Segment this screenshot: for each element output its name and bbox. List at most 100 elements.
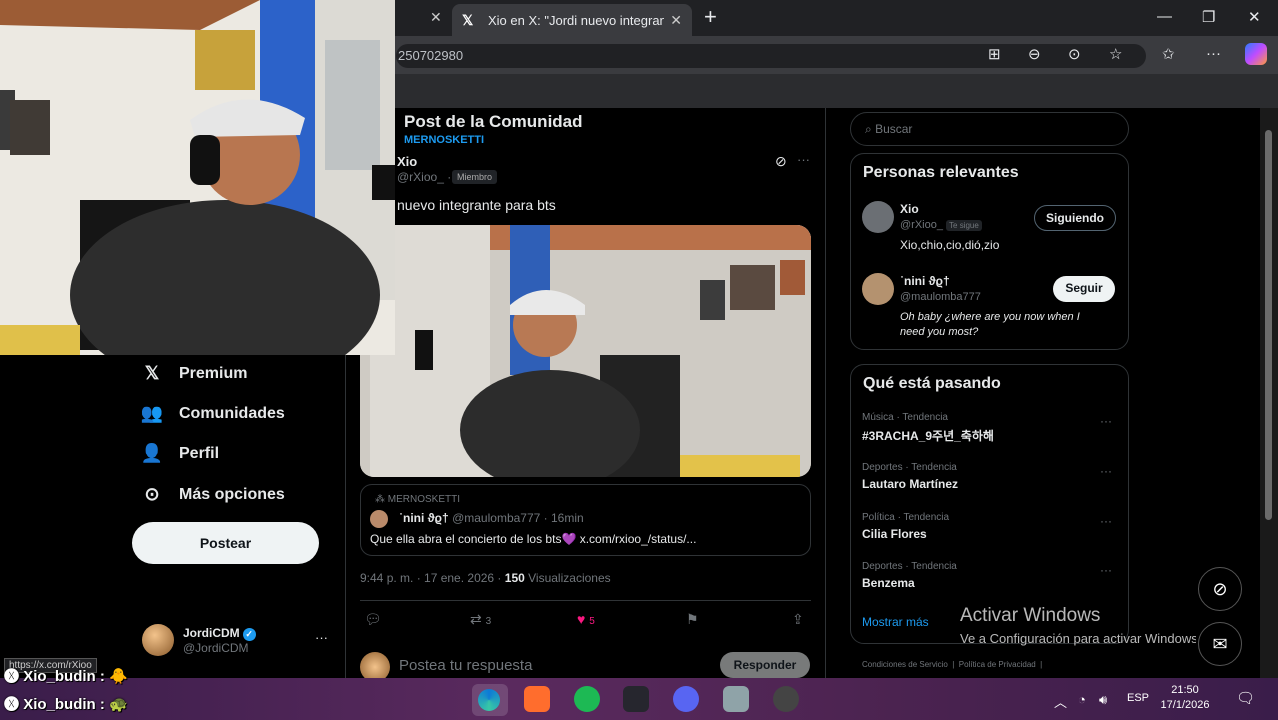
show-more-link[interactable]: Mostrar más — [862, 615, 929, 629]
bookmark-icon[interactable]: ⚑ — [686, 611, 699, 628]
post-media-image[interactable] — [360, 225, 811, 477]
more-page-icon[interactable]: ⊙ — [1068, 45, 1081, 63]
trends-card: Qué está pasando — [850, 364, 1129, 644]
restore-icon[interactable]: ❐ — [1202, 8, 1215, 26]
terms-link[interactable]: Condiciones de Servicio — [862, 660, 948, 669]
profile-icon: 👤 — [140, 443, 164, 463]
notifications-icon[interactable]: 🗨︎ — [1236, 689, 1255, 707]
favorites-icon[interactable]: ✩ — [1162, 45, 1175, 63]
fl-studio-icon[interactable] — [524, 686, 550, 712]
notepad-icon[interactable] — [723, 686, 749, 712]
messages-icon[interactable]: ✉ — [1198, 622, 1242, 666]
author-handle[interactable]: @rXioo_ · — [397, 170, 451, 184]
card-title: Personas relevantes — [863, 164, 1019, 181]
clock-date: 17/1/2026 — [1160, 699, 1210, 711]
account-switcher[interactable]: JordiCDM ✓ @JordiCDM — [142, 624, 256, 656]
favorite-star-icon[interactable]: ☆ — [1109, 45, 1122, 63]
account-more-icon[interactable]: ··· — [315, 630, 328, 645]
minimize-icon[interactable]: — — [1157, 8, 1172, 25]
trend-more-icon[interactable]: ··· — [1100, 563, 1112, 577]
browser-tab-active[interactable]: 𝕏 Xio en X: "Jordi nuevo integrante ✕ — [452, 4, 692, 36]
avatar — [370, 510, 388, 528]
reply-icon[interactable]: 💬︎ — [364, 611, 382, 628]
avatar[interactable] — [862, 201, 894, 233]
trend-more-icon[interactable]: ··· — [1100, 514, 1112, 528]
person-handle-line: @rXioo_ Te sigue — [900, 219, 982, 231]
trend-name[interactable]: Benzema — [862, 576, 915, 590]
account-handle: @JordiCDM — [183, 640, 249, 655]
nav-communities[interactable]: 👥 Comunidades — [140, 403, 285, 424]
person-name[interactable]: ˙nini ϑϱ† — [900, 274, 950, 288]
grok-icon[interactable]: ⊘ — [775, 153, 787, 170]
webcam-photo — [0, 0, 395, 355]
repost-icon: ⇄ — [470, 611, 482, 627]
settings-more-icon[interactable]: ··· — [1206, 45, 1221, 62]
like-button[interactable]: ♥ 5 — [577, 611, 595, 627]
share-icon[interactable]: ⇪ — [792, 611, 804, 628]
quoted-post[interactable]: ⁂ MERNOSKETTI ˙nini ϑϱ† @maulomba777 · 1… — [360, 484, 811, 556]
footer-links: Condiciones de Servicio | Política de Pr… — [862, 660, 1043, 669]
tray-chevron-icon[interactable]: ︿ — [1054, 692, 1067, 711]
quote-text: Que ella abra el concierto de los bts💜 x… — [370, 532, 697, 546]
chat-emote-icon: 🐥 — [109, 668, 128, 685]
nav-label: Perfil — [179, 444, 220, 462]
chat-username: Xio_budin : — [23, 668, 105, 685]
clock[interactable]: 21:50 17/1/2026 — [1160, 684, 1210, 711]
privacy-link[interactable]: Política de Privacidad — [959, 660, 1036, 669]
trend-name[interactable]: Cilia Flores — [862, 527, 927, 541]
xsplit-icon[interactable] — [623, 686, 649, 712]
apps-icon[interactable]: ⊞ — [988, 45, 1001, 63]
search-placeholder: Buscar — [875, 122, 913, 136]
input-language[interactable]: ESP — [1127, 692, 1149, 704]
scrollbar-thumb[interactable] — [1265, 130, 1272, 520]
nav-more-options[interactable]: ⊙ Más opciones — [140, 484, 284, 505]
trend-name[interactable]: #3RACHA_9주년_축하해 — [862, 427, 994, 444]
close-tab-icon[interactable]: ✕ — [670, 12, 682, 29]
trend-more-icon[interactable]: ··· — [1100, 414, 1112, 428]
communities-icon: 👥 — [140, 403, 164, 423]
close-window-icon[interactable]: ✕ — [1248, 8, 1261, 26]
nav-premium[interactable]: 𝕏 Premium — [140, 363, 248, 384]
divider — [345, 355, 346, 678]
chat-badge-icon: 🅧 — [4, 696, 20, 713]
discord-icon[interactable] — [673, 686, 699, 712]
search-input[interactable]: ⌕ Buscar — [850, 112, 1129, 146]
repost-count: 3 — [485, 616, 492, 627]
spotify-icon[interactable] — [574, 686, 600, 712]
person-name[interactable]: Xio — [900, 202, 919, 216]
reply-button[interactable]: Responder — [720, 652, 810, 678]
volume-icon[interactable]: 🔊︎ — [1099, 692, 1107, 708]
repost-button[interactable]: ⇄ 3 — [470, 611, 491, 628]
page-title: Post de la Comunidad — [404, 112, 583, 131]
media-photo — [360, 225, 811, 477]
edge-icon[interactable] — [478, 689, 500, 711]
follow-button[interactable]: Seguir — [1053, 276, 1115, 302]
search-icon: ⌕ — [865, 122, 872, 136]
reply-input[interactable]: Postea tu respuesta — [399, 657, 532, 674]
copilot-icon[interactable] — [1245, 43, 1267, 65]
wifi-icon[interactable]: ◔ — [1078, 692, 1086, 707]
views-count: 150 — [504, 571, 525, 585]
nav-profile[interactable]: 👤 Perfil — [140, 443, 219, 464]
quote-author: ˙nini ϑϱ† — [399, 511, 449, 525]
close-tab-icon[interactable]: ✕ — [430, 9, 442, 26]
trend-more-icon[interactable]: ··· — [1100, 464, 1112, 478]
post-button[interactable]: Postear — [132, 522, 319, 564]
more-options-icon: ⊙ — [144, 484, 160, 504]
author-name[interactable]: Xio — [397, 154, 417, 169]
avatar[interactable] — [862, 273, 894, 305]
zoom-icon[interactable]: ⊖ — [1028, 45, 1041, 63]
grok-float-icon[interactable]: ⊘ — [1198, 567, 1242, 611]
following-button[interactable]: Siguiendo — [1034, 205, 1116, 231]
post-meta: 9:44 p. m. · 17 ene. 2026 · 150 Visualiz… — [360, 571, 611, 585]
person-bio: Oh baby ¿where are you now when I need y… — [900, 311, 1080, 338]
post-timestamp[interactable]: 9:44 p. m. · 17 ene. 2026 · — [360, 571, 505, 585]
obs-icon[interactable] — [773, 686, 799, 712]
community-name[interactable]: MERNOSKETTI — [404, 134, 484, 146]
x-logo-icon: 𝕏 — [462, 12, 474, 28]
screen: ✕ 𝕏 Xio en X: "Jordi nuevo integrante ✕ … — [0, 0, 1278, 720]
post-more-icon[interactable]: ··· — [797, 152, 810, 167]
card-title: Qué está pasando — [863, 375, 1001, 392]
new-tab-button[interactable]: + — [704, 4, 717, 30]
trend-name[interactable]: Lautaro Martínez — [862, 477, 958, 491]
